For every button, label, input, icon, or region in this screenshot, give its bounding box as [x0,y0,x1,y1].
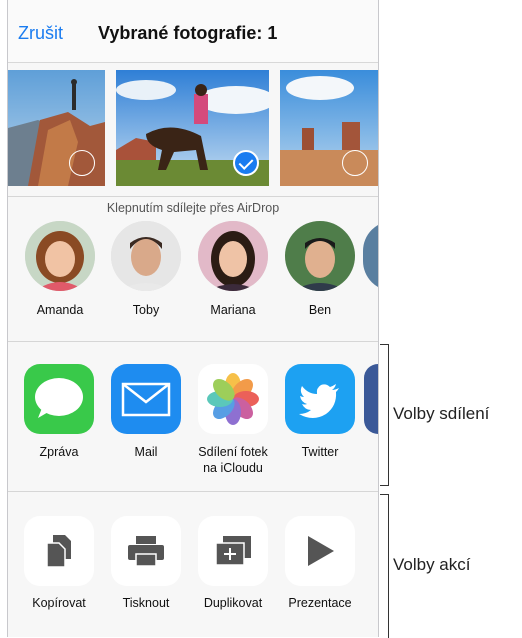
action-options-callout: Volby akcí [393,555,471,574]
action-copy[interactable]: Kopírovat [16,516,102,610]
share-app-partial[interactable] [364,364,378,434]
cancel-button[interactable]: Zrušit [18,23,63,44]
airdrop-contact-partial[interactable] [363,221,378,291]
contact-name: Amanda [36,303,84,317]
airdrop-contact-amanda[interactable]: Amanda [20,221,100,317]
section-divider [8,491,378,492]
photo-select-indicator[interactable] [342,150,368,176]
contact-name: Toby [132,303,160,317]
app-label: Twitter [301,445,339,459]
airdrop-contact-mariana[interactable]: Mariana [193,221,273,317]
contact-name: Ben [308,303,332,317]
photo-select-indicator[interactable] [69,150,95,176]
action-label: Duplikovat [203,596,263,610]
avatar [25,221,95,291]
share-app-icloud-photos[interactable]: Sdílení fotek na iCloudu [190,364,276,476]
action-options-bracket [380,494,389,638]
messages-icon [24,364,94,434]
avatar [111,221,181,291]
app-label: Sdílení fotek na iCloudu [198,445,268,475]
photo-strip[interactable] [8,70,378,186]
twitter-icon [285,364,355,434]
avatar [363,221,378,291]
photo-thumbnail-1[interactable] [8,70,105,186]
app-label: Zpráva [39,445,79,459]
share-options-bracket [380,344,389,486]
avatar [198,221,268,291]
share-app-twitter[interactable]: Twitter [277,364,363,460]
photos-icon [198,364,268,434]
page-title: Vybrané fotografie: 1 [98,23,278,43]
app-icon-partial [364,364,378,434]
duplicate-icon [198,516,268,586]
contact-name: Mariana [210,303,256,317]
airdrop-label: Klepnutím sdílejte přes AirDrop [106,201,280,215]
action-label: Prezentace [288,596,352,610]
share-app-messages[interactable]: Zpráva [16,364,102,460]
share-options-callout: Volby sdílení [393,404,490,423]
action-duplicate[interactable]: Duplikovat [190,516,276,610]
app-label: Mail [134,445,158,459]
action-label: Tisknout [122,596,170,610]
share-sheet: Zrušit Vybrané fotografie: 1 Klepnutím s… [7,0,379,637]
slideshow-icon [285,516,355,586]
print-icon [111,516,181,586]
section-divider [8,341,378,342]
share-app-mail[interactable]: Mail [103,364,189,460]
photo-thumbnail-3[interactable] [280,70,378,186]
airdrop-contact-ben[interactable]: Ben [280,221,360,317]
photo-selected-checkmark[interactable] [233,150,259,176]
action-print[interactable]: Tisknout [103,516,189,610]
action-slideshow[interactable]: Prezentace [277,516,363,610]
airdrop-contact-toby[interactable]: Toby [106,221,186,317]
action-label: Kopírovat [32,596,86,610]
mail-icon [111,364,181,434]
copy-icon [24,516,94,586]
avatar [285,221,355,291]
photo-thumbnail-2[interactable] [116,70,269,186]
section-divider [8,196,378,197]
share-sheet-header: Zrušit Vybrané fotografie: 1 [8,0,378,63]
